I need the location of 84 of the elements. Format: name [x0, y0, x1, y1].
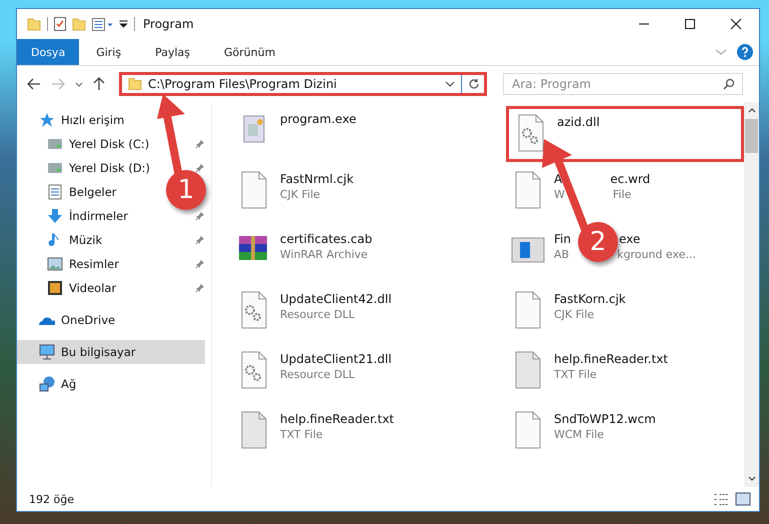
- picture-icon: [47, 256, 63, 272]
- pin-icon[interactable]: [195, 283, 205, 293]
- sidebar-item[interactable]: Resimler: [41, 252, 125, 276]
- download-icon: [47, 208, 63, 224]
- file-type: CJK File: [280, 188, 320, 201]
- file-name[interactable]: certificates.cab: [280, 232, 372, 246]
- refresh-icon[interactable]: [468, 78, 480, 90]
- sidebar-item[interactable]: Belgeler: [41, 180, 123, 204]
- file-name[interactable]: UpdateClient42.dll: [280, 292, 392, 306]
- pin-icon[interactable]: [195, 235, 205, 245]
- file-type: TXT File: [280, 428, 323, 441]
- file-name[interactable]: FastNrml.cjk: [280, 172, 354, 186]
- scroll-up-icon[interactable]: [748, 108, 756, 113]
- doc-icon: [47, 184, 63, 200]
- details-view-icon[interactable]: [714, 494, 729, 504]
- item-count: 192 öğe: [29, 492, 74, 506]
- view-menu-icon[interactable]: [92, 18, 113, 30]
- file-name[interactable]: help.fineReader.txt: [554, 352, 668, 366]
- file-type: WCM File: [554, 428, 604, 441]
- file-type: File: [612, 188, 632, 201]
- maximize-icon: [685, 19, 695, 29]
- address-bar[interactable]: C:\Program Files\Program Dizini: [119, 72, 487, 96]
- ribbon-tab[interactable]: Dosya: [17, 39, 80, 65]
- recent-caret-icon[interactable]: [75, 82, 83, 86]
- pin-icon[interactable]: [195, 139, 205, 149]
- sidebar-item[interactable]: Yerel Disk (D:): [41, 156, 156, 180]
- search-icon: [723, 78, 735, 90]
- file-type: Resource DLL: [280, 308, 355, 321]
- sidebar-item[interactable]: OneDrive: [33, 308, 122, 332]
- ribbon-tab[interactable]: Görünüm: [207, 39, 292, 65]
- folder-icon: [128, 78, 142, 90]
- scrollbar[interactable]: [744, 102, 759, 487]
- file-name[interactable]: help.fineReader.txt: [280, 412, 394, 426]
- pin-icon[interactable]: [195, 259, 205, 269]
- file-type: kground exe...: [617, 248, 696, 261]
- pc-icon: [39, 344, 55, 360]
- folder-icon[interactable]: [72, 17, 86, 31]
- minimize-icon: [639, 23, 649, 25]
- network-icon: [39, 376, 55, 392]
- back-arrow-icon[interactable]: [27, 78, 41, 90]
- file-name[interactable]: UpdateClient21.dll: [280, 352, 392, 366]
- large-icons-view-icon[interactable]: [735, 492, 751, 506]
- properties-icon[interactable]: [54, 17, 66, 31]
- forward-arrow-icon[interactable]: [51, 78, 65, 90]
- file-type: TXT File: [554, 368, 597, 381]
- file-type: WinRAR Archive: [280, 248, 368, 261]
- folder-icon[interactable]: [27, 17, 41, 31]
- scroll-thumb[interactable]: [745, 119, 758, 153]
- customize-caret-icon[interactable]: [119, 20, 128, 28]
- pin-icon[interactable]: [195, 163, 205, 173]
- file-name[interactable]: azid.dll: [557, 115, 600, 129]
- file-type: W: [554, 188, 565, 201]
- video-icon: [47, 280, 63, 296]
- sidebar-item[interactable]: Ağ: [33, 372, 82, 396]
- file-type: CJK File: [554, 308, 594, 321]
- cloud-icon: [39, 316, 55, 324]
- ribbon-tab[interactable]: Paylaş: [138, 39, 207, 65]
- star-icon: [39, 112, 55, 128]
- sidebar-item[interactable]: Yerel Disk (C:): [41, 132, 156, 156]
- sidebar-item[interactable]: Videolar: [41, 276, 122, 300]
- dropdown-caret-icon[interactable]: [445, 81, 455, 87]
- search-field[interactable]: Ara: Program: [503, 73, 743, 95]
- file-name[interactable]: ec.wrd: [610, 172, 650, 186]
- file-name[interactable]: SndToWP12.wcm: [554, 412, 656, 426]
- file-name[interactable]: Fin: [554, 232, 571, 246]
- pin-icon[interactable]: [195, 211, 205, 221]
- sidebar-item[interactable]: Bu bilgisayar: [17, 340, 205, 364]
- file-name[interactable]: program.exe: [280, 112, 356, 126]
- expand-ribbon-icon[interactable]: [715, 49, 727, 55]
- up-arrow-icon[interactable]: [93, 77, 105, 91]
- window-title: Program: [143, 17, 194, 31]
- scroll-down-icon[interactable]: [748, 476, 756, 481]
- sidebar-item[interactable]: İndirmeler: [41, 204, 134, 228]
- file-type: Resource DLL: [280, 368, 355, 381]
- file-name[interactable]: A: [554, 172, 562, 186]
- help-icon[interactable]: [737, 44, 753, 60]
- file-type: AB: [554, 248, 570, 261]
- sidebar-item[interactable]: Müzik: [41, 228, 108, 252]
- file-name[interactable]: FastKorn.cjk: [554, 292, 626, 306]
- file-name[interactable]: exe: [618, 232, 640, 246]
- sidebar-item[interactable]: Hızlı erişim: [33, 108, 130, 132]
- address-path: C:\Program Files\Program Dizini: [148, 77, 338, 91]
- ribbon-tab[interactable]: Giriş: [79, 39, 138, 65]
- close-icon: [730, 18, 742, 30]
